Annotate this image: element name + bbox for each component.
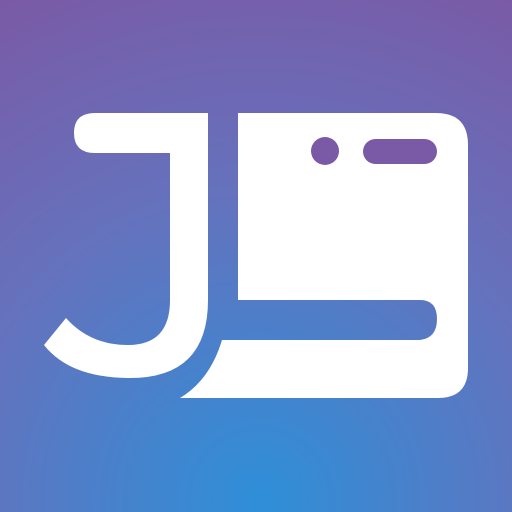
window-dot-icon [311, 137, 339, 165]
logo-mark [44, 113, 468, 398]
window-bar-icon [363, 139, 437, 164]
app-icon [0, 0, 512, 512]
letter-j-icon [44, 113, 208, 378]
window-icon [180, 113, 468, 398]
